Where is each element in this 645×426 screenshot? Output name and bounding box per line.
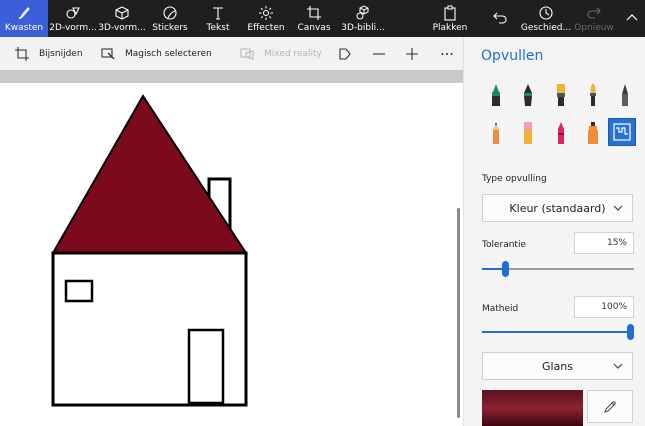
mixed-reality-button[interactable]: Mixed reality xyxy=(240,37,322,70)
flag-button[interactable] xyxy=(338,37,352,70)
fill-type-value: Kleur (standaard) xyxy=(509,201,606,215)
finish-dropdown[interactable]: Glans xyxy=(482,352,633,380)
collapse-button[interactable] xyxy=(622,0,642,37)
magic-select-button[interactable]: Magisch selecteren xyxy=(101,37,212,70)
redo-label: Opnieuw xyxy=(574,22,614,33)
tool-3d-library[interactable]: 3D-bibli... xyxy=(338,0,388,37)
tool-3d-shapes[interactable]: 3D-vorm... xyxy=(98,0,146,37)
history-label: Geschied... xyxy=(520,22,572,33)
opacity-slider-thumb[interactable] xyxy=(627,324,634,340)
panel-title: Opvullen xyxy=(481,48,544,64)
undo-button[interactable] xyxy=(487,0,513,37)
redo-button[interactable]: Opnieuw xyxy=(574,0,614,37)
marker-brush-icon[interactable] xyxy=(482,81,510,109)
tool-effects[interactable]: Effecten xyxy=(243,0,289,37)
tool-label: Kwasten xyxy=(4,22,44,33)
history-icon xyxy=(539,5,553,20)
magic-select-label: Magisch selecteren xyxy=(125,48,212,59)
tolerance-value[interactable]: 15% xyxy=(574,232,634,254)
finish-value: Glans xyxy=(541,359,574,373)
cube-icon xyxy=(115,5,129,20)
history-button[interactable]: Geschied... xyxy=(520,0,572,37)
watercolor-brush-icon[interactable] xyxy=(579,81,607,109)
fill-type-label: Type opvulling xyxy=(482,174,547,184)
tool-label: Effecten xyxy=(247,22,285,33)
plus-icon xyxy=(406,47,418,60)
tool-text[interactable]: Tekst xyxy=(196,0,240,37)
fill-type-dropdown[interactable]: Kleur (standaard) xyxy=(482,194,633,222)
text-icon xyxy=(213,6,223,20)
spray-can-icon[interactable] xyxy=(579,119,607,147)
eraser-icon[interactable] xyxy=(514,119,542,147)
oil-brush-icon[interactable] xyxy=(547,81,575,109)
chevron-down-icon xyxy=(613,363,623,369)
chevron-down-icon xyxy=(613,205,623,211)
current-color-swatch[interactable] xyxy=(482,390,583,426)
zoom-in-button[interactable] xyxy=(405,37,419,70)
tool-label: Tekst xyxy=(206,22,230,33)
vertical-scrollbar[interactable] xyxy=(457,208,460,418)
action-toolbar: Bijsnijden Magisch selecteren Mixed real… xyxy=(0,37,463,70)
shapes-2d-icon xyxy=(66,6,80,19)
top-menu-bar: Kwasten 2D-vorm... 3D-vorm... Stickers T… xyxy=(0,0,645,37)
brush-icon xyxy=(18,6,30,19)
house-drawing[interactable] xyxy=(0,70,463,426)
eyedropper-button[interactable] xyxy=(587,390,633,423)
tool-label: 2D-vorm... xyxy=(49,22,97,33)
canvas-crop-icon xyxy=(307,5,321,20)
library-3d-icon xyxy=(356,4,369,19)
tool-label: Canvas xyxy=(297,22,331,33)
pencil-icon[interactable] xyxy=(482,119,510,147)
opacity-slider[interactable] xyxy=(482,324,634,340)
chevron-up-icon xyxy=(626,13,638,20)
crop-icon xyxy=(15,46,29,61)
tolerance-label: Tolerantie xyxy=(482,240,526,250)
magic-select-icon xyxy=(101,47,115,59)
drawing-canvas-area[interactable] xyxy=(0,70,463,426)
crop-label: Bijsnijden xyxy=(39,48,83,59)
eyedropper-icon xyxy=(604,400,616,413)
tool-2d-shapes[interactable]: 2D-vorm... xyxy=(49,0,97,37)
crayon-icon[interactable] xyxy=(547,119,575,147)
calligraphy-pen-icon[interactable] xyxy=(514,81,542,109)
fill-bucket-icon[interactable] xyxy=(608,118,636,146)
paste-label: Plakken xyxy=(432,22,468,33)
sticker-icon xyxy=(163,5,177,20)
opacity-value[interactable]: 100% xyxy=(574,296,634,318)
flag-icon xyxy=(339,47,351,60)
tool-label: 3D-bibli... xyxy=(341,22,385,33)
ellipsis-icon xyxy=(441,52,453,55)
sun-effects-icon xyxy=(259,5,273,20)
mixed-reality-label: Mixed reality xyxy=(264,48,322,59)
zoom-out-button[interactable] xyxy=(372,37,386,70)
brush-side-panel: Opvullen Type opvulling Kleur (standaard… xyxy=(463,37,645,426)
more-button[interactable] xyxy=(440,37,454,70)
tool-stickers[interactable]: Stickers xyxy=(146,0,194,37)
paste-button[interactable]: Plakken xyxy=(430,0,470,37)
door xyxy=(187,328,225,405)
crop-button[interactable]: Bijsnijden xyxy=(15,37,83,70)
paste-icon xyxy=(444,5,456,21)
roof xyxy=(51,94,248,254)
tool-label: Stickers xyxy=(152,22,188,33)
pixel-pen-icon[interactable] xyxy=(611,81,639,109)
tool-label: 3D-vorm... xyxy=(98,22,146,33)
tool-canvas[interactable]: Canvas xyxy=(292,0,336,37)
tolerance-slider[interactable] xyxy=(482,261,634,277)
opacity-slider-fill xyxy=(482,331,634,333)
tolerance-slider-thumb[interactable] xyxy=(502,261,509,277)
redo-icon xyxy=(587,7,601,19)
window xyxy=(64,279,94,303)
opacity-label: Matheid xyxy=(482,304,519,314)
minus-icon xyxy=(373,52,385,55)
undo-icon xyxy=(493,12,507,24)
mixed-reality-icon xyxy=(240,48,254,60)
tool-brushes[interactable]: Kwasten xyxy=(0,0,48,37)
